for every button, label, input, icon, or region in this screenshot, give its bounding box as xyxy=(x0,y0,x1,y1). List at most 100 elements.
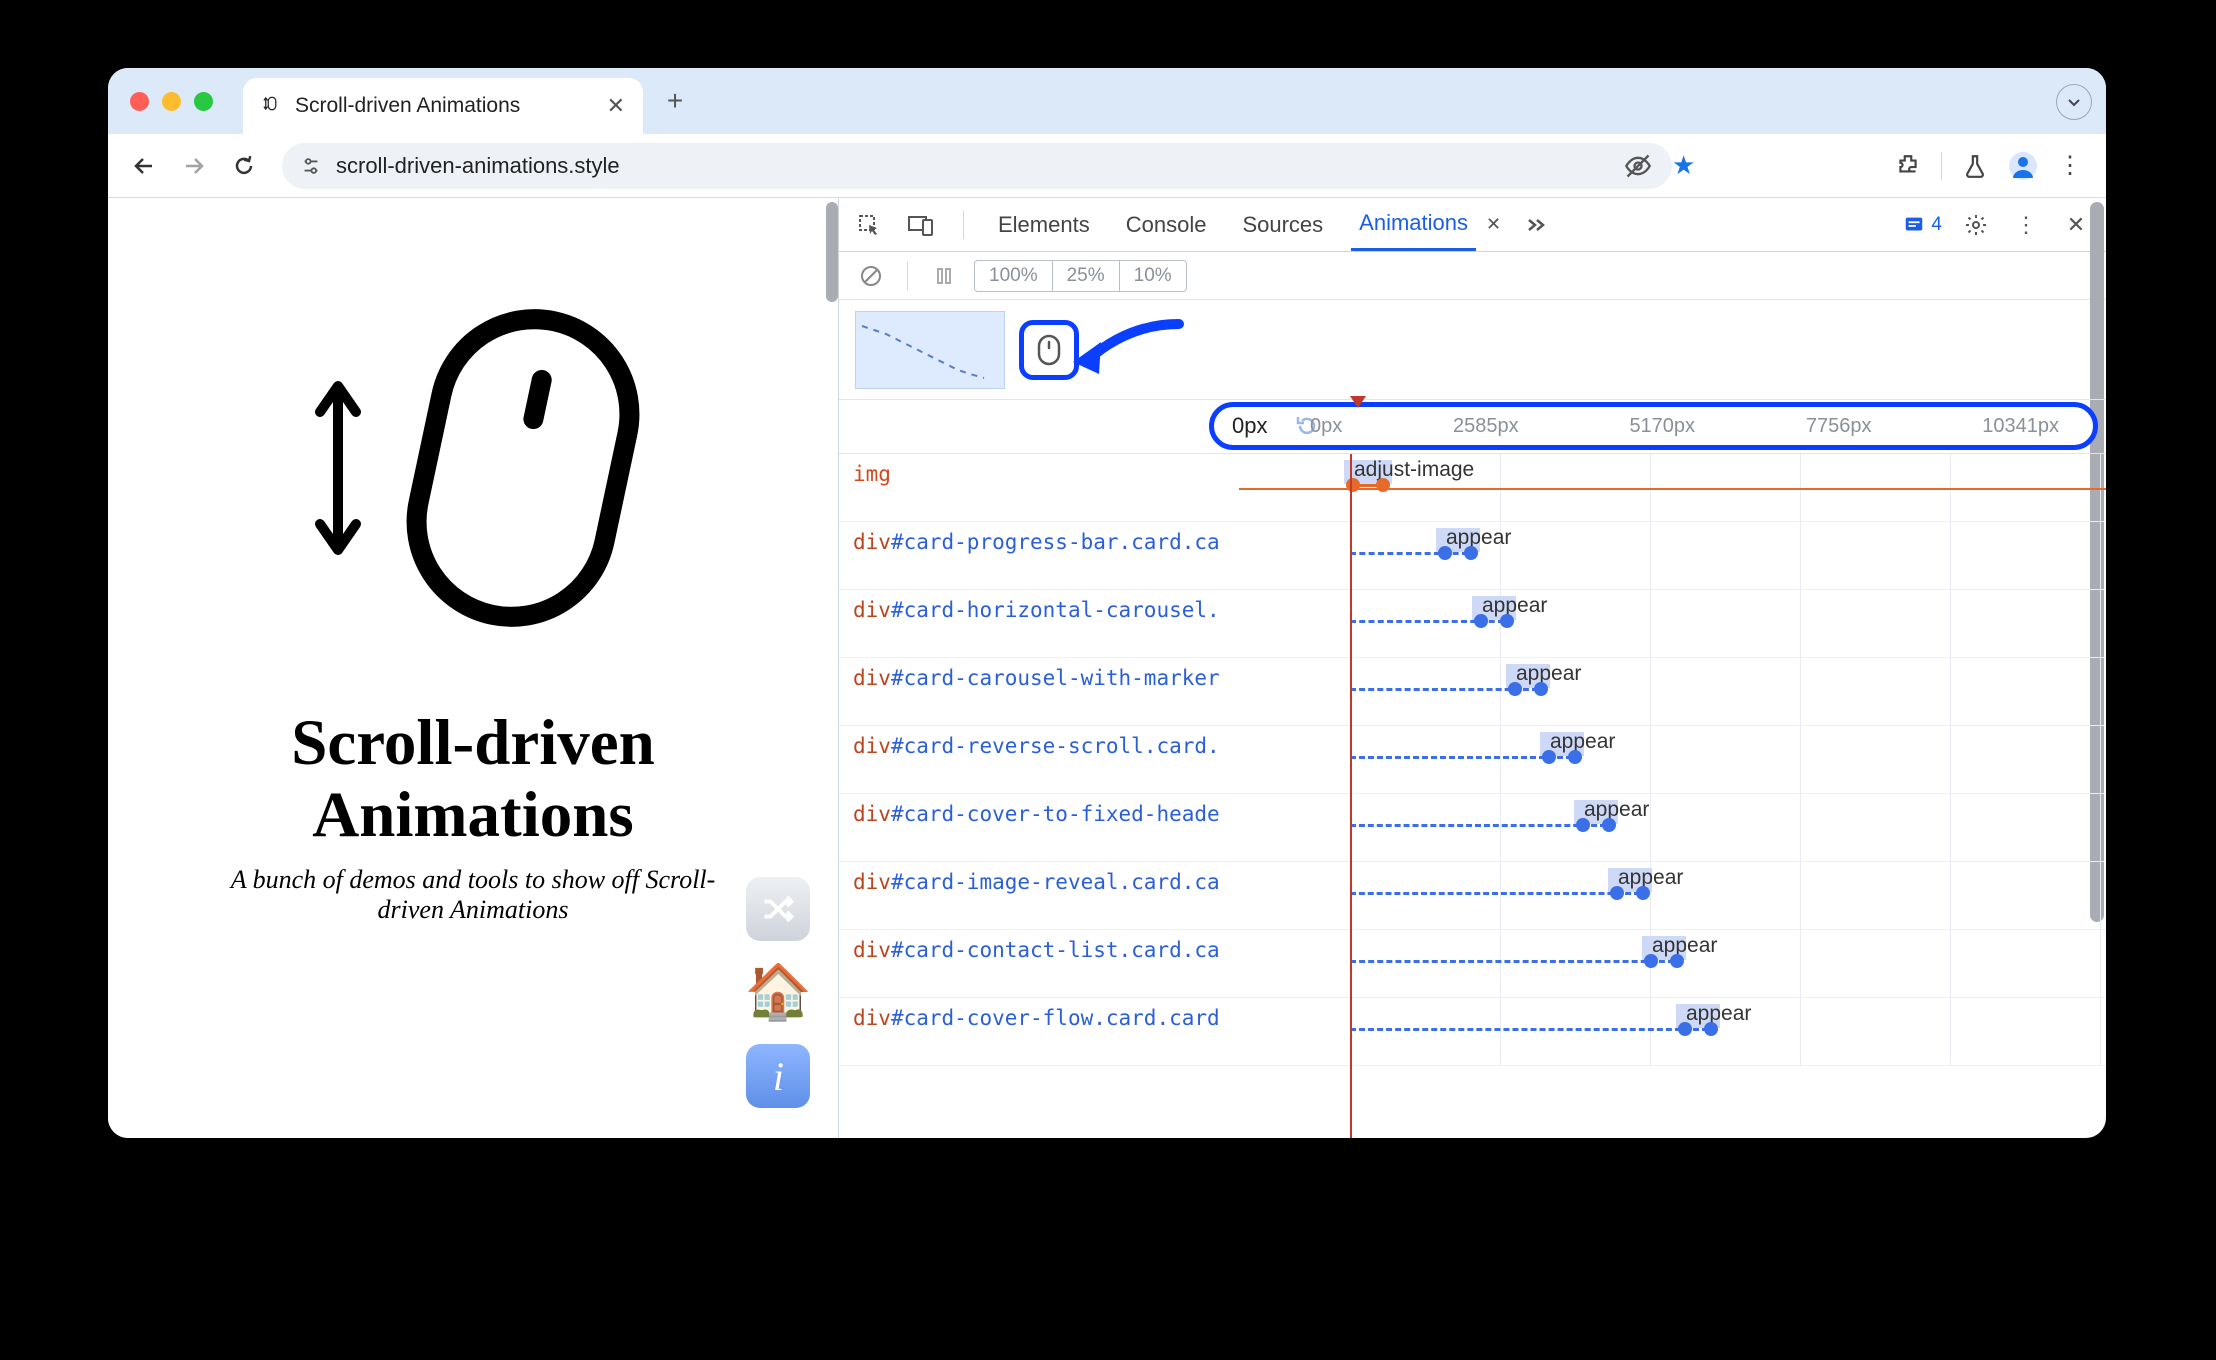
experiments-icon[interactable] xyxy=(1962,153,1988,179)
browser-toolbar: scroll-driven-animations.style ★ ⋮ xyxy=(108,134,2106,198)
tab-sources[interactable]: Sources xyxy=(1234,198,1331,251)
keyframe-start[interactable] xyxy=(1644,954,1658,968)
maximize-window-button[interactable] xyxy=(194,92,213,111)
animation-name: appear xyxy=(1584,798,1649,822)
animation-track[interactable]: div#card-cover-flow.card.cardappear xyxy=(839,998,2106,1066)
animation-bar[interactable] xyxy=(1350,960,1674,963)
animation-track[interactable]: imgadjust-image xyxy=(839,454,2106,522)
ruler-highlight: 0px 0px 2585px 5170px 7756px 10341px xyxy=(1209,402,2098,450)
clear-animations-icon[interactable] xyxy=(855,260,887,292)
keyframe-end[interactable] xyxy=(1636,886,1650,900)
tab-console[interactable]: Console xyxy=(1118,198,1215,251)
info-button[interactable]: i xyxy=(746,1044,810,1108)
keyframe-start[interactable] xyxy=(1610,886,1624,900)
track-lane[interactable]: appear xyxy=(1239,590,2106,657)
address-bar[interactable]: scroll-driven-animations.style xyxy=(282,143,1672,189)
devtools-tabbar: Elements Console Sources Animations ✕ 4 … xyxy=(839,198,2106,252)
page-scrollbar[interactable] xyxy=(826,202,838,302)
animation-name: appear xyxy=(1618,866,1683,890)
eye-off-icon[interactable] xyxy=(1624,152,1652,180)
animation-group-thumb[interactable] xyxy=(855,311,1005,389)
kebab-icon[interactable]: ⋮ xyxy=(2010,209,2042,241)
tabs-dropdown-button[interactable] xyxy=(2056,84,2092,120)
tab-favicon xyxy=(261,95,283,117)
more-tabs-icon[interactable] xyxy=(1521,209,1553,241)
keyframe-start[interactable] xyxy=(1508,682,1522,696)
speed-segmented[interactable]: 100% 25% 10% xyxy=(974,260,1187,292)
keyframe-start[interactable] xyxy=(1576,818,1590,832)
speed-10[interactable]: 10% xyxy=(1120,261,1186,291)
timeline-ruler: 0px 0px 2585px 5170px 7756px 10341px xyxy=(839,400,2106,454)
keyframe-start[interactable] xyxy=(1678,1022,1692,1036)
keyframe-end[interactable] xyxy=(1670,954,1684,968)
extensions-icon[interactable] xyxy=(1895,153,1921,179)
track-lane[interactable]: appear xyxy=(1239,726,2106,793)
inspect-icon[interactable] xyxy=(853,209,885,241)
browser-tab[interactable]: Scroll-driven Animations ✕ xyxy=(243,78,643,134)
keyframe-end[interactable] xyxy=(1704,1022,1718,1036)
tick-1: 2585px xyxy=(1453,415,1519,438)
animation-bar[interactable] xyxy=(1350,892,1640,895)
minimize-window-button[interactable] xyxy=(162,92,181,111)
issues-chip[interactable]: 4 xyxy=(1903,214,1942,236)
gridlines xyxy=(1239,794,2106,861)
keyframe-start[interactable] xyxy=(1542,750,1556,764)
animation-track[interactable]: div#card-contact-list.card.caappear xyxy=(839,930,2106,998)
pause-icon[interactable] xyxy=(928,260,960,292)
speed-100[interactable]: 100% xyxy=(975,261,1053,291)
device-toolbar-icon[interactable] xyxy=(905,209,937,241)
animation-track[interactable]: div#card-horizontal-carousel.appear xyxy=(839,590,2106,658)
speed-25[interactable]: 25% xyxy=(1053,261,1120,291)
tab-elements[interactable]: Elements xyxy=(990,198,1098,251)
animation-track[interactable]: div#card-progress-bar.card.caappear xyxy=(839,522,2106,590)
tab-animations-close[interactable]: ✕ xyxy=(1486,214,1501,235)
animation-track[interactable]: div#card-carousel-with-markerappear xyxy=(839,658,2106,726)
track-lane[interactable]: appear xyxy=(1239,794,2106,861)
bookmark-star-icon[interactable]: ★ xyxy=(1672,150,1695,181)
track-lane[interactable]: appear xyxy=(1239,930,2106,997)
tab-close-button[interactable]: ✕ xyxy=(607,93,625,119)
keyframe-end[interactable] xyxy=(1534,682,1548,696)
animation-bar[interactable] xyxy=(1350,1028,1708,1031)
browser-tabstrip: Scroll-driven Animations ✕ + xyxy=(108,68,2106,134)
track-lane[interactable]: appear xyxy=(1239,522,2106,589)
back-button[interactable] xyxy=(126,148,162,184)
track-lane[interactable]: adjust-image xyxy=(1239,454,2106,521)
animations-toolbar: 100% 25% 10% xyxy=(839,252,2106,300)
keyframe-end[interactable] xyxy=(1500,614,1514,628)
hero-logo xyxy=(308,298,638,638)
animation-track[interactable]: div#card-image-reveal.card.ca appear xyxy=(839,862,2106,930)
tick-4: 10341px xyxy=(1982,415,2059,438)
keyframe-end[interactable] xyxy=(1464,546,1478,560)
profile-button[interactable] xyxy=(2008,151,2038,181)
reload-button[interactable] xyxy=(226,148,262,184)
animation-bar[interactable] xyxy=(1350,756,1572,759)
playhead-icon[interactable] xyxy=(1350,396,1366,410)
animation-track[interactable]: div#card-cover-to-fixed-headeappear xyxy=(839,794,2106,862)
close-window-button[interactable] xyxy=(130,92,149,111)
animation-name: appear xyxy=(1482,594,1547,618)
track-selector: div#card-image-reveal.card.ca xyxy=(839,862,1239,929)
keyframe-start[interactable] xyxy=(1438,546,1452,560)
keyframe-start[interactable] xyxy=(1346,478,1360,492)
new-tab-button[interactable]: + xyxy=(651,77,699,125)
track-lane[interactable]: appear xyxy=(1239,658,2106,725)
menu-button[interactable]: ⋮ xyxy=(2058,151,2082,180)
forward-button[interactable] xyxy=(176,148,212,184)
keyframe-end[interactable] xyxy=(1568,750,1582,764)
track-lane[interactable]: appear xyxy=(1239,998,2106,1065)
keyframe-end[interactable] xyxy=(1376,478,1390,492)
animation-name: adjust-image xyxy=(1354,458,1474,482)
track-lane[interactable]: appear xyxy=(1239,862,2106,929)
tab-animations[interactable]: Animations xyxy=(1351,198,1476,251)
keyframe-start[interactable] xyxy=(1474,614,1488,628)
shuffle-button[interactable] xyxy=(746,877,810,941)
animation-bar[interactable] xyxy=(1350,824,1606,827)
devtools-close-icon[interactable]: ✕ xyxy=(2060,209,2092,241)
page-viewport[interactable]: Scroll-driven Animations A bunch of demo… xyxy=(108,198,838,1138)
animation-track[interactable]: div#card-reverse-scroll.card.appear xyxy=(839,726,2106,794)
home-emoji[interactable]: 🏠 xyxy=(745,961,812,1024)
site-settings-icon[interactable] xyxy=(300,155,322,177)
keyframe-end[interactable] xyxy=(1602,818,1616,832)
settings-icon[interactable] xyxy=(1960,209,1992,241)
